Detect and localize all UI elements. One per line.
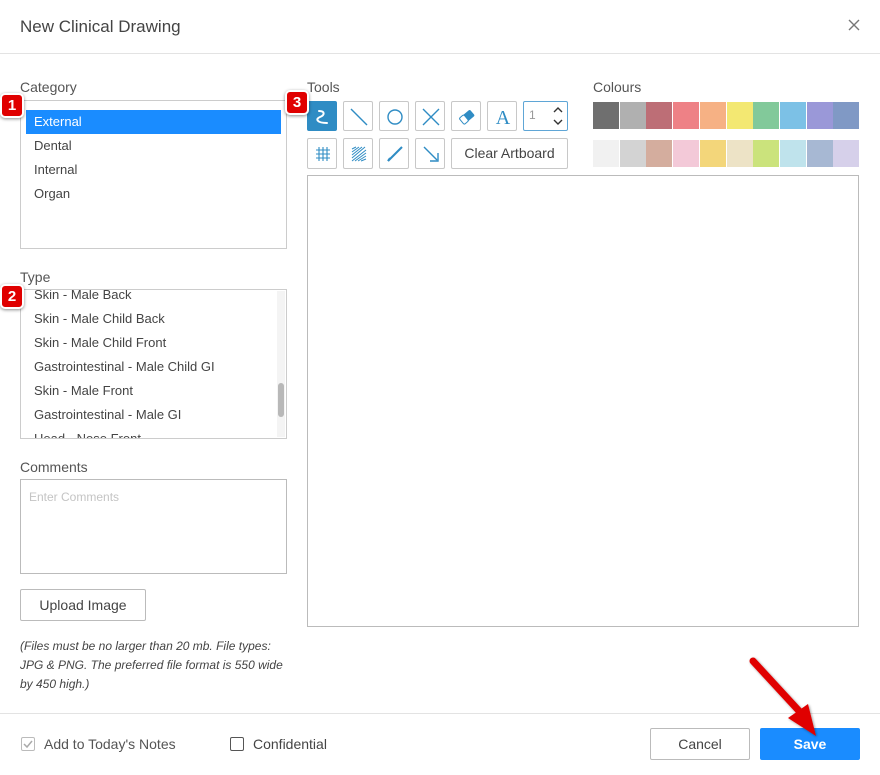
colour-swatch[interactable] [833,140,860,167]
grid-icon [316,147,330,161]
eraser-tool[interactable] [451,101,481,131]
arrow-tool[interactable] [415,138,445,169]
colour-swatch[interactable] [806,140,833,167]
stepper-arrows-icon[interactable] [552,104,564,128]
close-icon[interactable] [846,17,862,33]
colour-swatch[interactable] [699,102,726,129]
list-item[interactable]: Head - Nose Front [26,427,274,438]
type-scrollbar[interactable] [277,291,285,437]
type-label: Type [20,269,51,285]
category-item-external[interactable]: External [26,110,281,134]
category-item-internal[interactable]: Internal [26,158,281,182]
list-item[interactable]: Skin - Male Front [26,379,274,403]
colour-swatch[interactable] [753,102,780,129]
upload-image-button[interactable]: Upload Image [20,589,146,621]
arrow-icon [423,146,439,162]
svg-text:A: A [496,107,511,129]
cross-icon [422,108,440,126]
artboard-canvas[interactable] [307,175,859,627]
colour-swatch[interactable] [646,102,673,129]
colour-swatch[interactable] [726,102,753,129]
circle-icon [387,109,403,125]
colour-swatch[interactable] [593,140,619,167]
annotation-badge-1: 1 [0,93,24,118]
clear-artboard-button[interactable]: Clear Artboard [451,138,568,169]
colour-swatch[interactable] [779,102,806,129]
dialog-header: New Clinical Drawing [0,0,880,54]
category-item-organ[interactable]: Organ [26,182,281,206]
hatch-tool[interactable] [343,138,373,169]
pen-icon [387,146,403,162]
colour-swatch[interactable] [619,102,646,129]
add-to-notes-label: Add to Today's Notes [44,736,176,752]
stroke-size-value: 1 [529,108,536,122]
colour-swatch[interactable] [646,140,673,167]
colour-swatch[interactable] [726,140,753,167]
annotation-badge-2: 2 [0,284,24,309]
hatch-icon [351,146,367,162]
cross-tool[interactable] [415,101,445,131]
grid-tool[interactable] [307,138,337,169]
list-item[interactable]: Gastrointestinal - Male Child GI [26,355,274,379]
upload-note: (Files must be no larger than 20 mb. Fil… [20,639,283,691]
type-list-content: Skin - Male Back Skin - Male Child Back … [21,290,279,438]
confidential-label: Confidential [253,736,327,752]
comments-input[interactable]: Enter Comments [20,479,287,574]
colour-swatch[interactable] [753,140,780,167]
category-list[interactable]: External Dental Internal Organ [20,100,287,249]
colours-label: Colours [593,79,642,95]
line-tool[interactable] [343,101,373,131]
circle-tool[interactable] [379,101,409,131]
list-item[interactable]: Skin - Male Back [26,290,274,307]
type-scrollbar-thumb[interactable] [278,383,284,417]
colour-swatch[interactable] [673,102,700,129]
type-list[interactable]: Skin - Male Back Skin - Male Child Back … [20,289,287,439]
pen-tool[interactable] [379,138,409,169]
cancel-button[interactable]: Cancel [650,728,750,760]
text-icon: A [496,107,511,129]
confidential-checkbox[interactable] [230,737,244,751]
line-icon [350,108,368,126]
category-item-dental[interactable]: Dental [26,134,281,158]
freehand-tool[interactable] [307,101,337,131]
dialog-title: New Clinical Drawing [20,17,181,36]
add-to-notes-checkbox[interactable] [21,737,35,751]
text-tool[interactable]: A [487,101,517,131]
list-item[interactable]: Gastrointestinal - Male GI [26,403,274,427]
colour-swatch[interactable] [833,102,860,129]
category-label: Category [20,79,77,95]
list-item[interactable]: Skin - Male Child Back [26,307,274,331]
list-item[interactable]: Skin - Male Child Front [26,331,274,355]
checkmark-icon [23,740,33,749]
colour-swatch[interactable] [593,102,619,129]
pointer-arrow-icon [749,657,816,736]
colour-swatch[interactable] [699,140,726,167]
colour-swatch[interactable] [806,102,833,129]
comments-label: Comments [20,459,88,475]
eraser-icon [459,110,475,125]
tools-label: Tools [307,79,340,95]
colour-swatch[interactable] [779,140,806,167]
colour-swatch[interactable] [673,140,700,167]
freehand-icon [316,110,328,124]
annotation-badge-3: 3 [285,90,309,115]
colour-swatch[interactable] [619,140,646,167]
stroke-size-stepper[interactable]: 1 [523,101,568,131]
